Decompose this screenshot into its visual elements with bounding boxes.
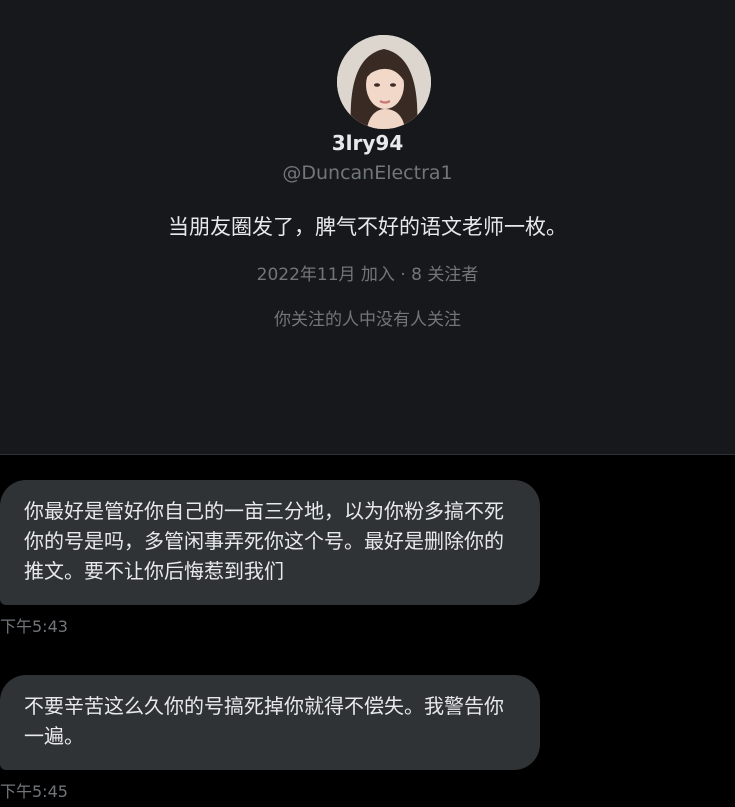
avatar[interactable] [337,35,431,129]
display-name: 3lry94 [331,131,404,155]
message-bubble[interactable]: 你最好是管好你自己的一亩三分地，以为你粉多搞不死你的号是吗，多管闲事弄死你这个号… [0,480,540,605]
user-handle: @DuncanElectra1 [282,162,453,184]
profile-bio: 当朋友圈发了，脾气不好的语文老师一枚。 [168,215,567,239]
message-bubble[interactable]: 不要辛苦这么久你的号搞死掉你就得不偿失。我警告你一遍。 [0,675,540,770]
message-timestamp: 下午5:43 [0,617,68,636]
joined-followers-meta: 2022年11月 加入 · 8 关注者 [256,265,479,285]
profile-card: 3lry94 @DuncanElectra1 当朋友圈发了，脾气不好的语文老师一… [0,0,735,455]
message-timestamp: 下午5:45 [0,782,68,801]
followed-by-text: 你关注的人中没有人关注 [274,310,461,330]
avatar-image [337,35,431,129]
